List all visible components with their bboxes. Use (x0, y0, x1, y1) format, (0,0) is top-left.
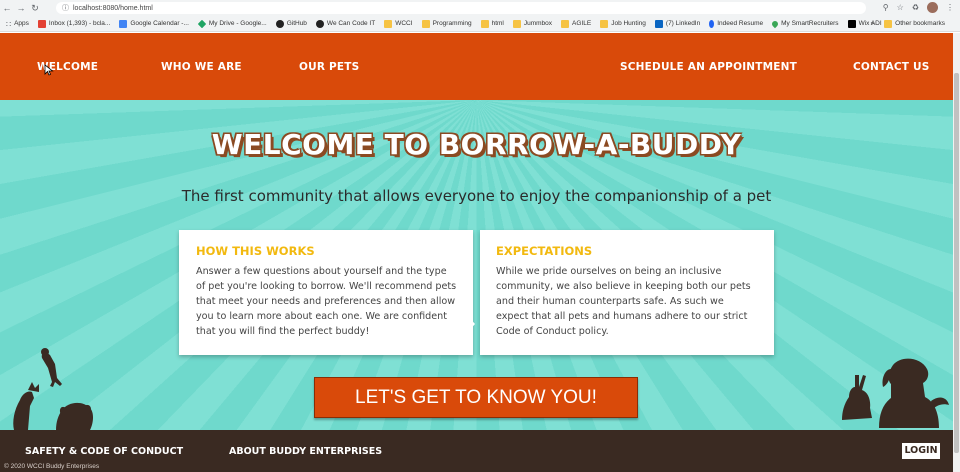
page-scrollbar[interactable] (953, 33, 960, 472)
bookmark-label: Job Hunting (611, 20, 646, 27)
other-bookmarks-folder[interactable]: Other bookmarks (884, 19, 945, 28)
card-body: While we pride ourselves on being an inc… (496, 266, 751, 337)
github-icon (315, 19, 324, 28)
nav-who-we-are[interactable]: WHO WE ARE (161, 61, 242, 73)
address-bar[interactable]: ⓘ localhost:8080/home.html (56, 2, 866, 14)
bookmark-item[interactable]: We Can Code IT (315, 19, 376, 28)
github-icon (275, 19, 284, 28)
site-header: WELCOME WHO WE ARE OUR PETS SCHEDULE AN … (0, 33, 953, 100)
bookmark-label: We Can Code IT (326, 20, 376, 27)
more-bookmarks-button[interactable]: » (871, 20, 875, 27)
card-pointer (467, 315, 475, 333)
calendar-icon (119, 19, 128, 28)
bookmark-item[interactable]: GitHub (275, 19, 307, 28)
bookmark-label: Programming (432, 20, 472, 27)
folder-icon (421, 19, 430, 28)
bookmark-label: My SmartRecruiters (781, 20, 839, 27)
bookmark-item[interactable]: My SmartRecruiters (770, 19, 839, 28)
bookmark-item[interactable]: WCCI (384, 19, 413, 28)
nav-our-pets[interactable]: OUR PETS (299, 61, 359, 73)
bookmark-item[interactable]: ∷ Apps (6, 19, 29, 29)
card-heading: HOW THIS WORKS (196, 244, 315, 258)
apps-grid-icon: ∷ (6, 19, 12, 29)
bookmark-item[interactable]: Jummbox (512, 19, 553, 28)
nav-schedule-appointment[interactable]: SCHEDULE AN APPOINTMENT (620, 61, 797, 73)
reload-icon[interactable]: ↻ (28, 3, 42, 14)
bookmarks-overflow: » Other bookmarks (871, 19, 954, 28)
hero-section: WELCOME TO BORROW-A-BUDDY The first comm… (0, 100, 953, 430)
bookmark-item[interactable]: Indeed Resume (709, 19, 764, 28)
star-icon[interactable]: ☆ (897, 3, 904, 12)
wix-icon (847, 19, 856, 28)
folder-icon (480, 19, 489, 28)
bookmark-label: (7) LinkedIn (665, 20, 701, 27)
bookmark-item[interactable]: html (480, 19, 504, 28)
card-body: Answer a few questions about yourself an… (196, 266, 457, 337)
get-to-know-you-button[interactable]: LET'S GET TO KNOW YOU! (314, 377, 638, 418)
folder-icon (384, 19, 393, 28)
bookmark-label: WCCI (395, 20, 413, 27)
footer-about-link[interactable]: ABOUT BUDDY ENTERPRISES (229, 446, 382, 457)
bookmark-label: html (491, 20, 504, 27)
folder-icon (561, 19, 570, 28)
bookmark-item[interactable]: (7) LinkedIn (654, 19, 701, 28)
card-heading: EXPECTATIONS (496, 244, 593, 258)
scrollbar-thumb[interactable] (954, 73, 959, 453)
folder-icon (600, 19, 609, 28)
url-text: localhost:8080/home.html (73, 4, 153, 12)
indeed-icon (709, 19, 715, 28)
bookmark-label: Inbox (1,393) - bcla... (48, 20, 111, 27)
pets-silhouette-right-icon (842, 358, 949, 428)
linkedin-icon (654, 19, 663, 28)
bookmark-label: Google Calendar -... (130, 20, 189, 27)
bookmark-label: Indeed Resume (717, 20, 764, 27)
page-title: WELCOME TO BORROW-A-BUDDY (211, 128, 742, 161)
zoom-icon[interactable]: ⚲ (883, 3, 889, 12)
bookmark-label: AGILE (572, 20, 592, 27)
bookmark-item[interactable]: Inbox (1,393) - bcla... (37, 19, 111, 28)
site-footer: SAFETY & CODE OF CONDUCT ABOUT BUDDY ENT… (0, 430, 953, 472)
bookmark-label: GitHub (286, 20, 307, 27)
page-subtitle: The first community that allows everyone… (181, 187, 772, 205)
copyright-text: © 2020 WCCI Buddy Enterprises (4, 463, 100, 470)
bookmark-label: My Drive - Google... (208, 20, 267, 27)
gmail-icon (37, 19, 46, 28)
bookmark-item[interactable]: My Drive - Google... (197, 19, 267, 28)
footer-safety-link[interactable]: SAFETY & CODE OF CONDUCT (25, 446, 183, 457)
bookmark-item[interactable]: Programming (421, 19, 472, 28)
folder-icon (512, 19, 521, 28)
bookmark-item[interactable]: AGILE (561, 19, 592, 28)
expectations-card: EXPECTATIONS While we pride ourselves on… (480, 230, 774, 355)
drive-icon (197, 19, 207, 28)
forward-icon[interactable]: → (14, 3, 28, 13)
extensions-icon[interactable]: ♻ (912, 3, 919, 12)
bookmarks-bar: ∷ Apps Inbox (1,393) - bcla... Google Calen… (0, 16, 960, 32)
pets-silhouette-left-icon (13, 348, 93, 430)
other-bookmarks-label: Other bookmarks (895, 20, 945, 27)
bookmark-label: Apps (14, 20, 29, 27)
bookmark-item[interactable]: Job Hunting (600, 19, 646, 28)
back-icon[interactable]: ← (0, 3, 14, 13)
browser-toolbar: ← → ↻ ⓘ localhost:8080/home.html ⚲ ☆ ♻ ⋮ (0, 0, 960, 16)
nav-contact-us[interactable]: CONTACT US (853, 61, 930, 73)
smartrecruiters-icon (770, 19, 780, 28)
bookmark-item[interactable]: Google Calendar -... (119, 19, 189, 28)
mouse-cursor-icon (44, 64, 54, 76)
login-button[interactable]: LOGIN (902, 443, 940, 459)
bookmark-label: Jummbox (523, 20, 553, 27)
profile-avatar[interactable] (927, 2, 938, 13)
menu-icon[interactable]: ⋮ (946, 3, 954, 12)
how-this-works-card: HOW THIS WORKS Answer a few questions ab… (179, 230, 473, 355)
info-icon[interactable]: ⓘ (62, 3, 69, 13)
folder-icon (884, 19, 893, 28)
